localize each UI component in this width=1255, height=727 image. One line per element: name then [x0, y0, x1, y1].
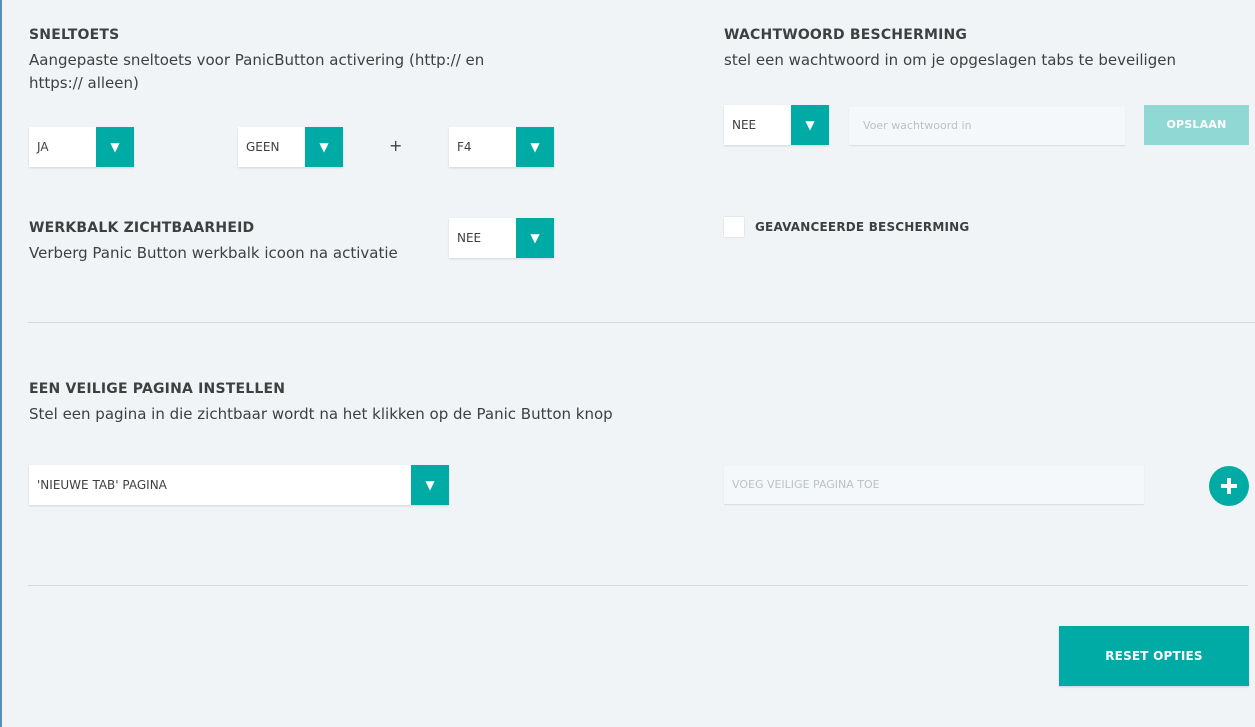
- add-safe-page-button[interactable]: [1209, 466, 1249, 506]
- toolbar-visibility-select[interactable]: NEE ▼: [449, 218, 554, 258]
- safe-page-title: EEN VEILIGE PAGINA INSTELLEN: [29, 381, 286, 397]
- shortcut-key-value: F4: [457, 140, 472, 154]
- toolbar-title: WERKBALK ZICHTBAARHEID: [29, 220, 255, 236]
- shortcut-enabled-select[interactable]: JA ▼: [29, 127, 134, 167]
- password-title: WACHTWOORD BESCHERMING: [724, 27, 968, 43]
- shortcut-modifier-value: GEEN: [246, 140, 280, 154]
- advanced-protection-label: GEAVANCEERDE BESCHERMING: [755, 220, 970, 234]
- safe-page-url-placeholder: VOEG VEILIGE PAGINA TOE: [732, 478, 880, 491]
- shortcut-description-line-1: Aangepaste sneltoets voor PanicButton ac…: [29, 51, 485, 69]
- shortcut-key-select[interactable]: F4 ▼: [449, 127, 554, 167]
- advanced-protection-checkbox[interactable]: [724, 217, 744, 237]
- reset-options-button[interactable]: RESET OPTIES: [1059, 626, 1249, 686]
- safe-page-select[interactable]: 'NIEUWE TAB' PAGINA ▼: [29, 465, 449, 505]
- safe-page-url-input[interactable]: VOEG VEILIGE PAGINA TOE: [724, 466, 1144, 504]
- save-button[interactable]: OPSLAAN: [1144, 105, 1249, 145]
- shortcut-enabled-value: JA: [37, 140, 49, 154]
- chevron-down-icon[interactable]: ▼: [411, 465, 449, 505]
- shortcut-description: Aangepaste sneltoets voor PanicButton ac…: [29, 49, 549, 95]
- chevron-down-icon[interactable]: ▼: [516, 127, 554, 167]
- safe-page-selected-value: 'NIEUWE TAB' PAGINA: [37, 478, 167, 492]
- shortcut-title: SNELTOETS: [29, 27, 120, 43]
- password-enabled-value: NEE: [732, 118, 757, 132]
- password-input-placeholder: Voer wachtwoord in: [863, 119, 972, 132]
- password-description: stel een wachtwoord in om je opgeslagen …: [724, 51, 1176, 69]
- password-enabled-select[interactable]: NEE ▼: [724, 105, 829, 145]
- window-edge: [0, 0, 2, 727]
- plus-sign: +: [389, 136, 403, 155]
- password-input[interactable]: Voer wachtwoord in: [849, 107, 1125, 145]
- divider: [28, 322, 1255, 323]
- divider: [28, 585, 1248, 586]
- chevron-down-icon[interactable]: ▼: [96, 127, 134, 167]
- safe-page-description: Stel een pagina in die zichtbaar wordt n…: [29, 405, 613, 423]
- toolbar-description: Verberg Panic Button werkbalk icoon na a…: [29, 244, 398, 262]
- toolbar-visibility-value: NEE: [457, 231, 482, 245]
- chevron-down-icon[interactable]: ▼: [791, 105, 829, 145]
- chevron-down-icon[interactable]: ▼: [305, 127, 343, 167]
- shortcut-modifier-select[interactable]: GEEN ▼: [238, 127, 343, 167]
- chevron-down-icon[interactable]: ▼: [516, 218, 554, 258]
- shortcut-description-line-2: https:// alleen): [29, 74, 139, 92]
